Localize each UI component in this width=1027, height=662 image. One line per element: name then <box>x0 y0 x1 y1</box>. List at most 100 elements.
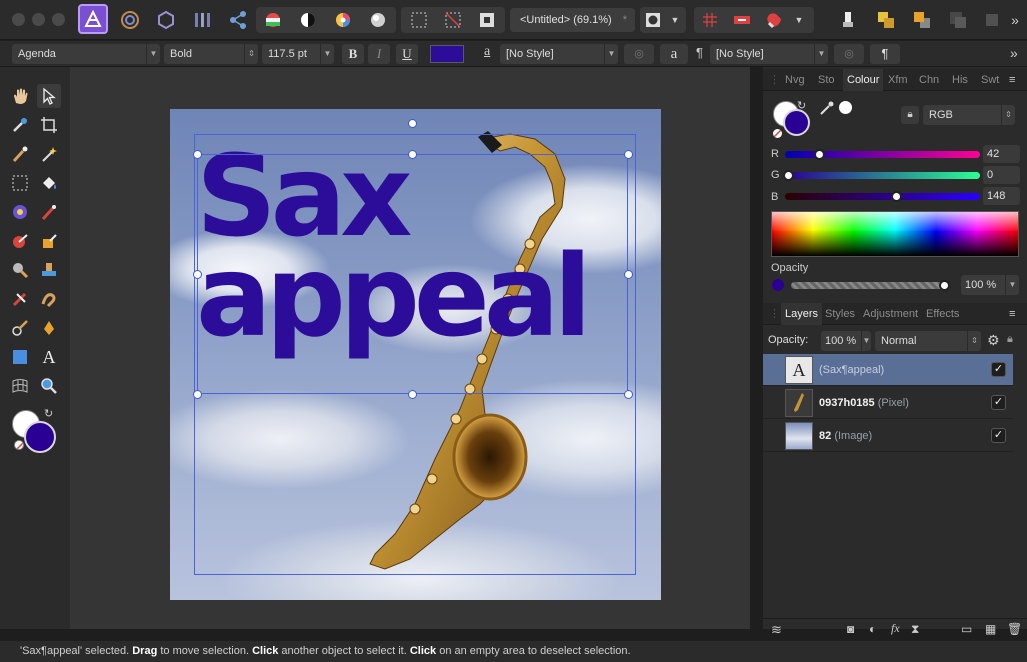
live-filter-icon[interactable]: ⧗ <box>911 622 919 637</box>
rectangle-tool-icon[interactable] <box>8 345 32 369</box>
tab-history[interactable]: His <box>952 69 968 91</box>
flood-fill-tool-icon[interactable] <box>37 171 61 195</box>
gear-icon[interactable]: ⚙ <box>987 332 1000 349</box>
tab-channels[interactable]: Chn <box>919 69 939 91</box>
resize-handle-bottom[interactable] <box>408 390 417 399</box>
adjustment-layer-icon[interactable]: ◐ <box>869 622 876 636</box>
swap-colours-icon[interactable]: ↻ <box>44 407 53 420</box>
quick-mask-menu-chevron-icon[interactable]: ▼ <box>666 8 684 32</box>
assistant-icon[interactable] <box>730 8 754 32</box>
view-hand-tool-icon[interactable] <box>8 84 32 108</box>
vector-brush-tool-icon[interactable] <box>37 316 61 340</box>
move-tool-icon[interactable] <box>37 84 61 108</box>
resize-handle-top-right[interactable] <box>624 150 633 159</box>
character-button[interactable]: a <box>660 44 688 64</box>
document-canvas[interactable]: Sax appeal <box>170 109 661 600</box>
swap-colours-icon[interactable]: ↻ <box>797 99 806 112</box>
resize-handle-bottom-right[interactable] <box>624 390 633 399</box>
mask-layer-icon[interactable]: ◙ <box>847 622 854 636</box>
snapping-menu-chevron-icon[interactable]: ▼ <box>790 8 808 32</box>
healing-brush-tool-icon[interactable] <box>8 287 32 311</box>
marquee-tool-icon[interactable] <box>8 171 32 195</box>
toolbar-overflow-icon[interactable]: » <box>1005 8 1025 32</box>
snapping-magnet-icon[interactable] <box>762 8 786 32</box>
panel-menu-icon[interactable]: ≡ <box>1009 303 1015 325</box>
italic-button[interactable]: I <box>368 44 390 64</box>
quick-mask-icon[interactable] <box>641 8 665 32</box>
new-pixel-layer-icon[interactable]: ▦ <box>985 622 996 636</box>
canvas-area[interactable]: Sax appeal <box>70 67 750 629</box>
auto-white-balance-icon[interactable] <box>366 8 390 32</box>
marquee-select-icon[interactable] <box>407 8 431 32</box>
trash-icon[interactable]: 🗑︎ <box>1007 622 1022 636</box>
tab-layers[interactable]: Layers <box>781 303 823 325</box>
layer-row-pixel[interactable]: 0937h0185 (Pixel) ✓ <box>763 387 1013 419</box>
tab-stock[interactable]: Sto <box>818 69 835 91</box>
layer-opacity-field[interactable]: 100 % ▼ <box>821 331 871 351</box>
grid-icon[interactable] <box>698 8 722 32</box>
clone-brush-tool-icon[interactable] <box>37 229 61 253</box>
document-title[interactable]: <Untitled> (69.1%) * <box>510 8 635 32</box>
tab-adjustment[interactable]: Adjustment <box>863 303 918 325</box>
layer-visibility-checkbox[interactable]: ✓ <box>991 395 1006 410</box>
insert-inside-icon[interactable] <box>946 8 970 32</box>
opacity-slider-knob[interactable] <box>939 280 950 291</box>
window-close-button[interactable] <box>12 13 25 26</box>
liquify-persona-icon[interactable] <box>118 8 142 32</box>
window-minimize-button[interactable] <box>32 13 45 26</box>
layers-stack-icon[interactable]: ≋ <box>771 622 782 638</box>
insert-behind-icon[interactable] <box>980 8 1004 32</box>
font-size-field[interactable]: 117.5 pt ▼ <box>262 44 334 64</box>
paragraph-button[interactable]: ¶ <box>870 44 900 64</box>
photo-persona-icon[interactable] <box>78 4 108 34</box>
b-value-field[interactable]: 148 <box>983 187 1020 205</box>
paint-brush-alt-tool-icon[interactable] <box>37 200 61 224</box>
g-value-field[interactable]: 0 <box>983 166 1020 184</box>
tab-colour[interactable]: Colour <box>843 69 884 91</box>
panel-menu-icon[interactable]: ≡ <box>1009 69 1015 91</box>
eyedropper-icon[interactable] <box>819 100 835 119</box>
arrange-back-icon[interactable] <box>910 8 934 32</box>
no-fill-icon[interactable] <box>14 440 24 450</box>
no-fill-icon[interactable] <box>773 129 782 138</box>
picked-colour-swatch[interactable] <box>839 101 852 114</box>
develop-persona-icon[interactable] <box>154 8 178 32</box>
font-style-select[interactable]: Bold ⇕ <box>164 44 258 64</box>
opacity-field[interactable]: 100 % ▼ <box>961 275 1019 295</box>
text-fill-swatch[interactable] <box>430 45 464 63</box>
primary-colour-swatch[interactable] <box>24 421 56 453</box>
paint-brush-tool-icon[interactable] <box>8 200 32 224</box>
resize-handle-top-left[interactable] <box>193 150 202 159</box>
lock-icon[interactable]: 🔒︎ <box>1007 333 1013 346</box>
tab-swatches[interactable]: Swt <box>981 69 999 91</box>
resize-handle-left[interactable] <box>193 270 202 279</box>
rotate-handle[interactable] <box>408 119 417 128</box>
layer-row-image[interactable]: 82 (Image) ✓ <box>763 420 1013 452</box>
b-slider[interactable] <box>785 193 980 200</box>
arrange-forward-icon[interactable] <box>874 8 898 32</box>
window-zoom-button[interactable] <box>52 13 65 26</box>
resize-handle-right[interactable] <box>624 270 633 279</box>
context-toolbar-overflow-icon[interactable]: » <box>1010 45 1018 61</box>
bold-button[interactable]: B <box>342 44 364 64</box>
tab-effects[interactable]: Effects <box>926 303 959 325</box>
group-folder-icon[interactable]: ▭ <box>961 622 972 636</box>
opacity-slider[interactable] <box>791 282 947 289</box>
paragraph-style-options-icon[interactable]: ◎ <box>834 44 864 64</box>
b-slider-knob[interactable] <box>891 191 902 202</box>
tab-styles[interactable]: Styles <box>825 303 855 325</box>
layer-visibility-checkbox[interactable]: ✓ <box>991 428 1006 443</box>
layer-row-text[interactable]: A (Sax¶appeal) ✓ <box>763 354 1013 386</box>
mixer-brush-tool-icon[interactable] <box>8 229 32 253</box>
r-value-field[interactable]: 42 <box>983 145 1020 163</box>
g-slider[interactable] <box>785 172 980 179</box>
resize-handle-top[interactable] <box>408 150 417 159</box>
export-persona-icon[interactable] <box>226 8 250 32</box>
g-slider-knob[interactable] <box>783 170 794 181</box>
character-style-select[interactable]: [No Style] ▼ <box>500 44 618 64</box>
colour-picker-tool-icon[interactable] <box>8 113 32 137</box>
zoom-tool-icon[interactable] <box>37 374 61 398</box>
character-style-options-icon[interactable]: ◎ <box>624 44 654 64</box>
resize-handle-bottom-left[interactable] <box>193 390 202 399</box>
flood-select-tool-icon[interactable] <box>37 142 61 166</box>
